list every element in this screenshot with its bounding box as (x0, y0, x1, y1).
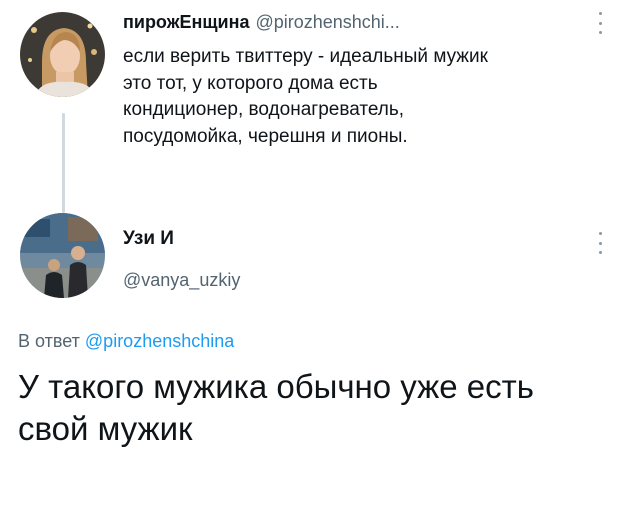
more-vertical-icon[interactable] (596, 232, 604, 254)
parent-tweet-line: посудомойка, черешня и пионы. (123, 125, 408, 147)
thread-connector-line (62, 113, 65, 213)
avatar-vanya-uzkiy[interactable] (20, 213, 105, 298)
reply-tweet-text: У такого мужика обычно уже есть свой муж… (18, 366, 618, 450)
reply-tweet-line: свой мужик (18, 410, 193, 447)
parent-author-handle[interactable]: @pirozhenshchi... (255, 12, 399, 32)
more-vertical-icon[interactable] (596, 12, 604, 34)
reply-tweet-line: У такого мужика обычно уже есть (18, 368, 534, 405)
reply-mention-link[interactable]: @pirozhenshchina (85, 331, 234, 351)
avatar-pirozhenshchina[interactable] (20, 12, 105, 97)
parent-tweet-line: это тот, у которого дома есть (123, 72, 378, 94)
reply-context: В ответ @pirozhenshchina (18, 331, 234, 352)
reply-prefix: В ответ (18, 331, 80, 351)
avatar-photo (20, 213, 105, 298)
parent-tweet-line: если верить твиттеру - идеальный мужик (123, 46, 488, 67)
reply-author-name[interactable]: Узи И (123, 228, 174, 250)
avatar-photo (20, 12, 105, 97)
reply-author-handle[interactable]: @vanya_uzkiy (123, 270, 240, 291)
parent-author-row: пирожЕнщина @pirozhenshchi... (123, 12, 400, 33)
parent-tweet-text: если верить твиттеру - идеальный мужик э… (123, 44, 618, 150)
parent-author-name[interactable]: пирожЕнщина (123, 12, 249, 32)
parent-tweet-line: кондиционер, водонагреватель, (123, 99, 405, 120)
